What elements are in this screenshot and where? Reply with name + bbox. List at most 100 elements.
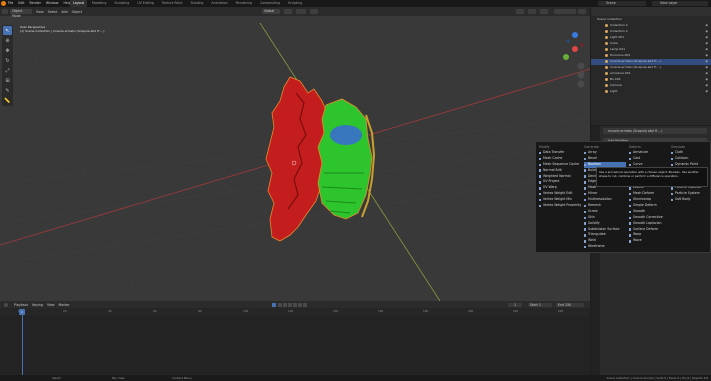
viewport-menu-view[interactable]: View: [36, 10, 44, 14]
gizmo-icon[interactable]: [528, 9, 536, 14]
tab-sculpting[interactable]: Sculpting: [111, 0, 132, 7]
outliner-row[interactable]: Camera ◉: [591, 83, 711, 89]
editor-type-icon[interactable]: [2, 9, 8, 14]
viewport-menu-select[interactable]: Select: [48, 10, 58, 14]
visibility-eye-icon[interactable]: ◉: [705, 47, 708, 53]
blue-selection-patch: [330, 125, 362, 145]
outliner-row[interactable]: muscle.armatu (Scapula abd H ...) ◉: [591, 59, 711, 65]
menu-edit[interactable]: Edit: [18, 1, 24, 5]
playhead-frame-badge[interactable]: 1: [19, 309, 25, 315]
visibility-eye-icon[interactable]: ◉: [705, 59, 708, 65]
jump-start-icon[interactable]: [278, 303, 282, 307]
outliner-row[interactable]: Bo.002 ◉: [591, 77, 711, 83]
prev-key-icon[interactable]: [283, 303, 287, 307]
visibility-eye-icon[interactable]: ◉: [705, 77, 708, 83]
timeline-editor-icon[interactable]: [4, 302, 8, 307]
scale-tool-icon[interactable]: ⤢: [3, 66, 12, 75]
viewport-menu-add[interactable]: Add: [61, 10, 67, 14]
tab-compositing[interactable]: Compositing: [257, 0, 283, 7]
3d-viewport[interactable]: Object Mode View Select Add Object Globa…: [0, 7, 590, 301]
transform-tool-icon[interactable]: ⊞: [3, 76, 12, 85]
play-reverse-icon[interactable]: [288, 303, 292, 307]
tab-scripting[interactable]: Scripting: [285, 0, 305, 7]
mode-dropdown[interactable]: Object Mode: [10, 9, 32, 18]
modifier-item[interactable]: Wireframe: [584, 244, 626, 250]
timeline-menu-view[interactable]: View: [47, 303, 55, 307]
move-tool-icon[interactable]: ✥: [3, 46, 12, 55]
outliner-header: [591, 7, 711, 16]
shading-options-icon[interactable]: [578, 9, 586, 14]
menu-file[interactable]: File: [8, 1, 13, 5]
timeline-menu-playback[interactable]: Playback: [14, 303, 28, 307]
visibility-eye-icon[interactable]: ◉: [705, 23, 708, 29]
navigation-gizmo[interactable]: [563, 32, 584, 60]
measure-tool-icon[interactable]: 📏: [3, 96, 12, 105]
visibility-icon[interactable]: [516, 9, 524, 14]
tab-rendering[interactable]: Rendering: [233, 0, 255, 7]
record-button[interactable]: [272, 303, 276, 307]
properties-object-name[interactable]: muscle.armatu (Scapula abd H ...): [603, 128, 707, 134]
visibility-eye-icon[interactable]: ◉: [705, 35, 708, 41]
timeline-editor[interactable]: Playback Keying View Marker 1 Start 1 En…: [0, 301, 590, 375]
visibility-eye-icon[interactable]: ◉: [705, 29, 708, 35]
modify-column: Modify Data Transfer Mesh Cache Mesh Seque…: [539, 145, 581, 209]
outliner-panel[interactable]: Scene Collection Collection 2 ◉ Collection…: [591, 7, 711, 125]
outliner-row[interactable]: Lamp.001 ◉: [591, 47, 711, 53]
tab-texture-paint[interactable]: Texture Paint: [159, 0, 186, 7]
pivot-icon[interactable]: [284, 9, 292, 14]
menu-render[interactable]: Render: [30, 1, 41, 5]
outliner-scene-collection[interactable]: Scene Collection: [591, 17, 711, 23]
timeline-ruler[interactable]: 020406080100120140160180200220240: [0, 308, 590, 316]
outliner-row[interactable]: Light ◉: [591, 89, 711, 95]
start-frame-field[interactable]: Start 1: [528, 302, 552, 307]
viewport-menus: View Select Add Object: [36, 10, 82, 14]
scene-selector[interactable]: Scene: [598, 1, 646, 6]
cursor-tool-icon[interactable]: ⊕: [3, 36, 12, 45]
visibility-eye-icon[interactable]: ◉: [705, 89, 708, 95]
overlay-icon[interactable]: [540, 9, 548, 14]
outliner-row[interactable]: Humerus.001 ◉: [591, 53, 711, 59]
viewport-nav-buttons[interactable]: [577, 62, 585, 88]
start-frame-value: 1: [538, 302, 541, 307]
viewport-menu-object[interactable]: Object: [72, 10, 82, 14]
object-type-icon: [605, 23, 608, 27]
visibility-eye-icon[interactable]: ◉: [705, 53, 708, 59]
outliner-row[interactable]: armature.001 ◉: [591, 71, 711, 77]
tab-animation[interactable]: Animation: [208, 0, 230, 7]
outliner-row[interactable]: Collection 2 ◉: [591, 23, 711, 29]
red-muscle-mesh[interactable]: [265, 76, 331, 242]
timeline-menu-keying[interactable]: Keying: [32, 303, 43, 307]
modifier-item[interactable]: Soft Body: [671, 197, 711, 203]
visibility-eye-icon[interactable]: ◉: [705, 65, 708, 71]
transform-orientation-dropdown[interactable]: Global: [262, 9, 280, 14]
visibility-eye-icon[interactable]: ◉: [705, 41, 708, 47]
tab-layout[interactable]: Layout: [70, 0, 87, 7]
end-frame-field[interactable]: End 250: [556, 302, 584, 307]
menu-window[interactable]: Window: [46, 1, 59, 5]
view-layer-selector[interactable]: View Layer: [652, 1, 708, 6]
annotate-tool-icon[interactable]: ✎: [3, 86, 12, 95]
tab-shading[interactable]: Shading: [187, 0, 206, 7]
outliner-row[interactable]: muscle.armatu (Scapula abd H ...) ◉: [591, 65, 711, 71]
proportional-edit-icon[interactable]: [310, 9, 318, 14]
next-key-icon[interactable]: [298, 303, 302, 307]
snap-icon[interactable]: [296, 9, 306, 14]
rotate-tool-icon[interactable]: ↻: [3, 56, 12, 65]
jump-end-icon[interactable]: [303, 303, 307, 307]
select-tool-icon[interactable]: ↖: [3, 26, 12, 35]
outliner-row[interactable]: Collection 4 ◉: [591, 29, 711, 35]
modifier-item[interactable]: Vertex Weight Proximity: [539, 203, 581, 209]
tab-uv-editing[interactable]: UV Editing: [134, 0, 157, 7]
timeline-menu-marker[interactable]: Marker: [59, 303, 70, 307]
modifier-item[interactable]: Wave: [629, 238, 671, 244]
blender-logo-icon[interactable]: [1, 1, 6, 6]
outliner-row[interactable]: Cube ◉: [591, 41, 711, 47]
viewport-scene[interactable]: [0, 23, 590, 301]
play-icon[interactable]: [293, 303, 297, 307]
shading-mode-buttons[interactable]: [554, 9, 576, 14]
outliner-row[interactable]: Light.001 ◉: [591, 35, 711, 41]
visibility-eye-icon[interactable]: ◉: [705, 71, 708, 77]
visibility-eye-icon[interactable]: ◉: [705, 83, 708, 89]
current-frame-field[interactable]: 1: [508, 302, 522, 307]
tab-modeling[interactable]: Modeling: [89, 0, 110, 7]
